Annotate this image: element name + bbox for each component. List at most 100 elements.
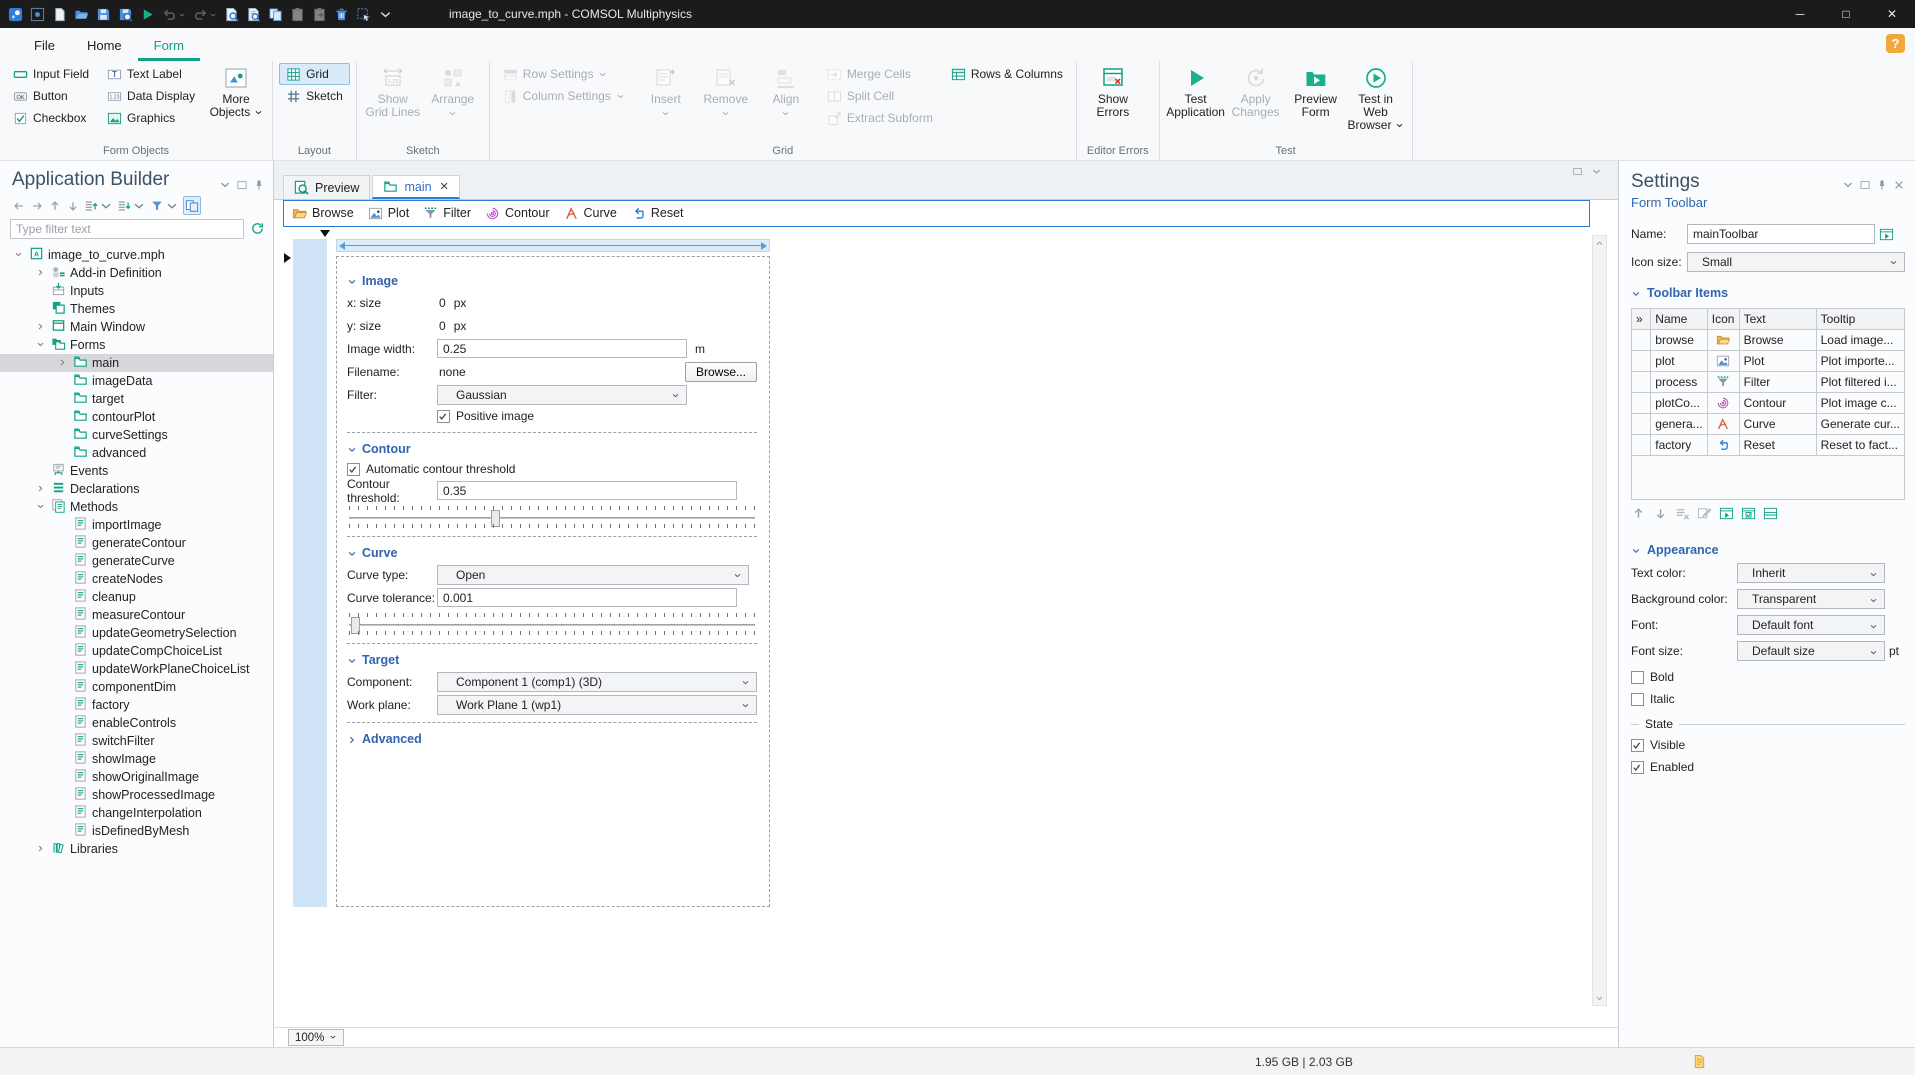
combo-box[interactable]: Work Plane 1 (wp1) <box>437 694 757 715</box>
tree-item-cleanup[interactable]: cleanup <box>0 588 273 606</box>
checkbox-positive-image[interactable]: Positive image <box>437 406 757 426</box>
section-header-advanced[interactable]: Advanced <box>347 729 757 749</box>
tree-item-measurecontour[interactable]: measureContour <box>0 606 273 624</box>
ribbon-button-remove[interactable]: Remove <box>696 63 756 137</box>
tree-item-generatecurve[interactable]: generateCurve <box>0 552 273 570</box>
ribbon-button-split-cell[interactable]: Split Cell <box>820 85 940 107</box>
ribbon-button-merge-cells[interactable]: Merge Cells <box>820 63 940 85</box>
customize-toolbar-button[interactable] <box>378 6 393 21</box>
text-field[interactable]: 0.001 <box>437 588 737 607</box>
tree-item-showoriginalimage[interactable]: showOriginalImage <box>0 768 273 786</box>
scroll-up-icon[interactable] <box>1593 236 1606 250</box>
edit-item-button[interactable] <box>1697 506 1712 521</box>
paste-special-button[interactable] <box>312 6 327 21</box>
form-toolbar-item-reset[interactable]: Reset <box>631 206 684 221</box>
ribbon-button-preview-form[interactable]: Preview Form <box>1286 63 1346 137</box>
collapse-all-button[interactable] <box>117 198 146 213</box>
tree-item-target[interactable]: target <box>0 390 273 408</box>
tree-item-inputs[interactable]: Inputs <box>0 282 273 300</box>
tree-item-libraries[interactable]: Libraries <box>0 840 273 858</box>
save-button[interactable] <box>96 6 111 21</box>
paste-button[interactable] <box>290 6 305 21</box>
chevron-right-icon[interactable] <box>34 322 47 331</box>
checkbox-italic[interactable]: Italic <box>1631 689 1905 709</box>
move-up-button[interactable] <box>1631 506 1646 521</box>
section-header-curve[interactable]: Curve <box>347 543 757 563</box>
help-button[interactable]: ? <box>1886 34 1905 53</box>
ribbon-button-insert[interactable]: Insert <box>636 63 696 137</box>
combo-box[interactable]: Open <box>437 564 749 585</box>
tree-item-imagedata[interactable]: imageData <box>0 372 273 390</box>
back-button[interactable] <box>12 198 26 213</box>
chevron-right-icon[interactable] <box>34 268 47 277</box>
ribbon-button-test-application[interactable]: Test Application <box>1166 63 1226 137</box>
toolbar-item-row-genera-[interactable]: genera... Curve Generate cur... <box>1630 413 1906 435</box>
ribbon-button-column-settings[interactable]: Column Settings <box>496 85 632 107</box>
ribbon-button-more-objects[interactable]: More Objects <box>206 63 266 137</box>
toolbar-item-row-process[interactable]: process Filter Plot filtered i... <box>1630 371 1906 393</box>
browse-button[interactable]: Browse... <box>684 361 757 382</box>
canvas-scrollbar[interactable] <box>1592 235 1607 1006</box>
combo-box[interactable]: Default font <box>1737 615 1885 636</box>
chevron-down-icon[interactable] <box>12 250 25 259</box>
chevron-right-icon[interactable] <box>56 358 69 367</box>
row-marker-icon[interactable] <box>284 253 291 263</box>
slider[interactable] <box>347 504 757 530</box>
model-thumbnail-button[interactable] <box>30 6 45 21</box>
tree-item-enablecontrols[interactable]: enableControls <box>0 714 273 732</box>
add-separator-button[interactable] <box>1763 506 1778 521</box>
chev-down-icon[interactable] <box>1842 177 1854 191</box>
ribbon-button-grid[interactable]: Grid <box>279 63 350 85</box>
ribbon-button-align[interactable]: Align <box>756 63 816 137</box>
filter-input[interactable] <box>10 218 244 239</box>
ribbon-button-extract-subform[interactable]: Extract Subform <box>820 107 940 129</box>
toolbar-item-row-factory[interactable]: factory Reset Reset to fact... <box>1630 434 1906 456</box>
tree-item-curvesettings[interactable]: curveSettings <box>0 426 273 444</box>
float-icon[interactable] <box>236 177 248 191</box>
go-to-source-button[interactable] <box>1879 226 1905 241</box>
tree-item-isdefinedbymesh[interactable]: isDefinedByMesh <box>0 822 273 840</box>
toolbar-item-row-browse[interactable]: browse Browse Load image... <box>1630 329 1906 351</box>
add-item-button[interactable] <box>1719 506 1734 521</box>
chevron-right-icon[interactable] <box>34 484 47 493</box>
ribbon-tab-form[interactable]: Form <box>137 32 200 61</box>
ribbon-button-show-errors[interactable]: Show Errors <box>1083 63 1143 137</box>
editor-tab-preview[interactable]: Preview <box>283 175 371 199</box>
ribbon-button-button[interactable]: OK Button <box>6 85 96 107</box>
tree-item-changeinterpolation[interactable]: changeInterpolation <box>0 804 273 822</box>
move-up-button[interactable] <box>48 198 62 213</box>
section-header-target[interactable]: Target <box>347 650 757 670</box>
name-input[interactable]: mainToolbar <box>1687 224 1875 244</box>
select-objects-button[interactable] <box>356 6 371 21</box>
combo-box[interactable]: Component 1 (comp1) (3D) <box>437 671 757 692</box>
tree-item-events[interactable]: Events <box>0 462 273 480</box>
pin-icon[interactable] <box>1876 177 1888 191</box>
column-marker-icon[interactable] <box>320 230 330 237</box>
tree-item-generatecontour[interactable]: generateContour <box>0 534 273 552</box>
tree-item-showprocessedimage[interactable]: showProcessedImage <box>0 786 273 804</box>
form-layout[interactable]: Image x: size 0 px y: size 0 px Image width: 0.2… <box>336 256 770 907</box>
form-toolbar-item-curve[interactable]: Curve <box>564 206 617 221</box>
chevron-right-icon[interactable] <box>34 844 47 853</box>
chevron-down-icon[interactable] <box>34 502 47 511</box>
toolbar-item-row-plot[interactable]: plot Plot Plot importe... <box>1630 350 1906 372</box>
tree-item-importimage[interactable]: importImage <box>0 516 273 534</box>
ribbon-button-rows-columns[interactable]: Rows & Columns <box>944 63 1070 85</box>
maximize-button[interactable]: □ <box>1823 0 1869 28</box>
tree-item-declarations[interactable]: Declarations <box>0 480 273 498</box>
tree-item-add-in-definition[interactable]: Add-in Definition <box>0 264 273 282</box>
checkbox-visible[interactable]: Visible <box>1631 735 1905 755</box>
checkbox-bold[interactable]: Bold <box>1631 667 1905 687</box>
ribbon-button-input-field[interactable]: Input Field <box>6 63 96 85</box>
combo-box[interactable]: Gaussian <box>437 384 687 405</box>
tree-item-switchfilter[interactable]: switchFilter <box>0 732 273 750</box>
save-as-button[interactable] <box>118 6 133 22</box>
tree-item-forms[interactable]: Forms <box>0 336 273 354</box>
move-down-button[interactable] <box>1653 506 1668 521</box>
pin-icon[interactable] <box>253 177 265 191</box>
form-toolbar-item-browse[interactable]: Browse <box>292 206 354 221</box>
toolbar-items-section-header[interactable]: Toolbar Items <box>1631 286 1905 300</box>
find-button[interactable] <box>224 6 239 22</box>
scroll-down-icon[interactable] <box>1593 991 1606 1005</box>
icon-size-select[interactable]: Small <box>1687 252 1905 272</box>
